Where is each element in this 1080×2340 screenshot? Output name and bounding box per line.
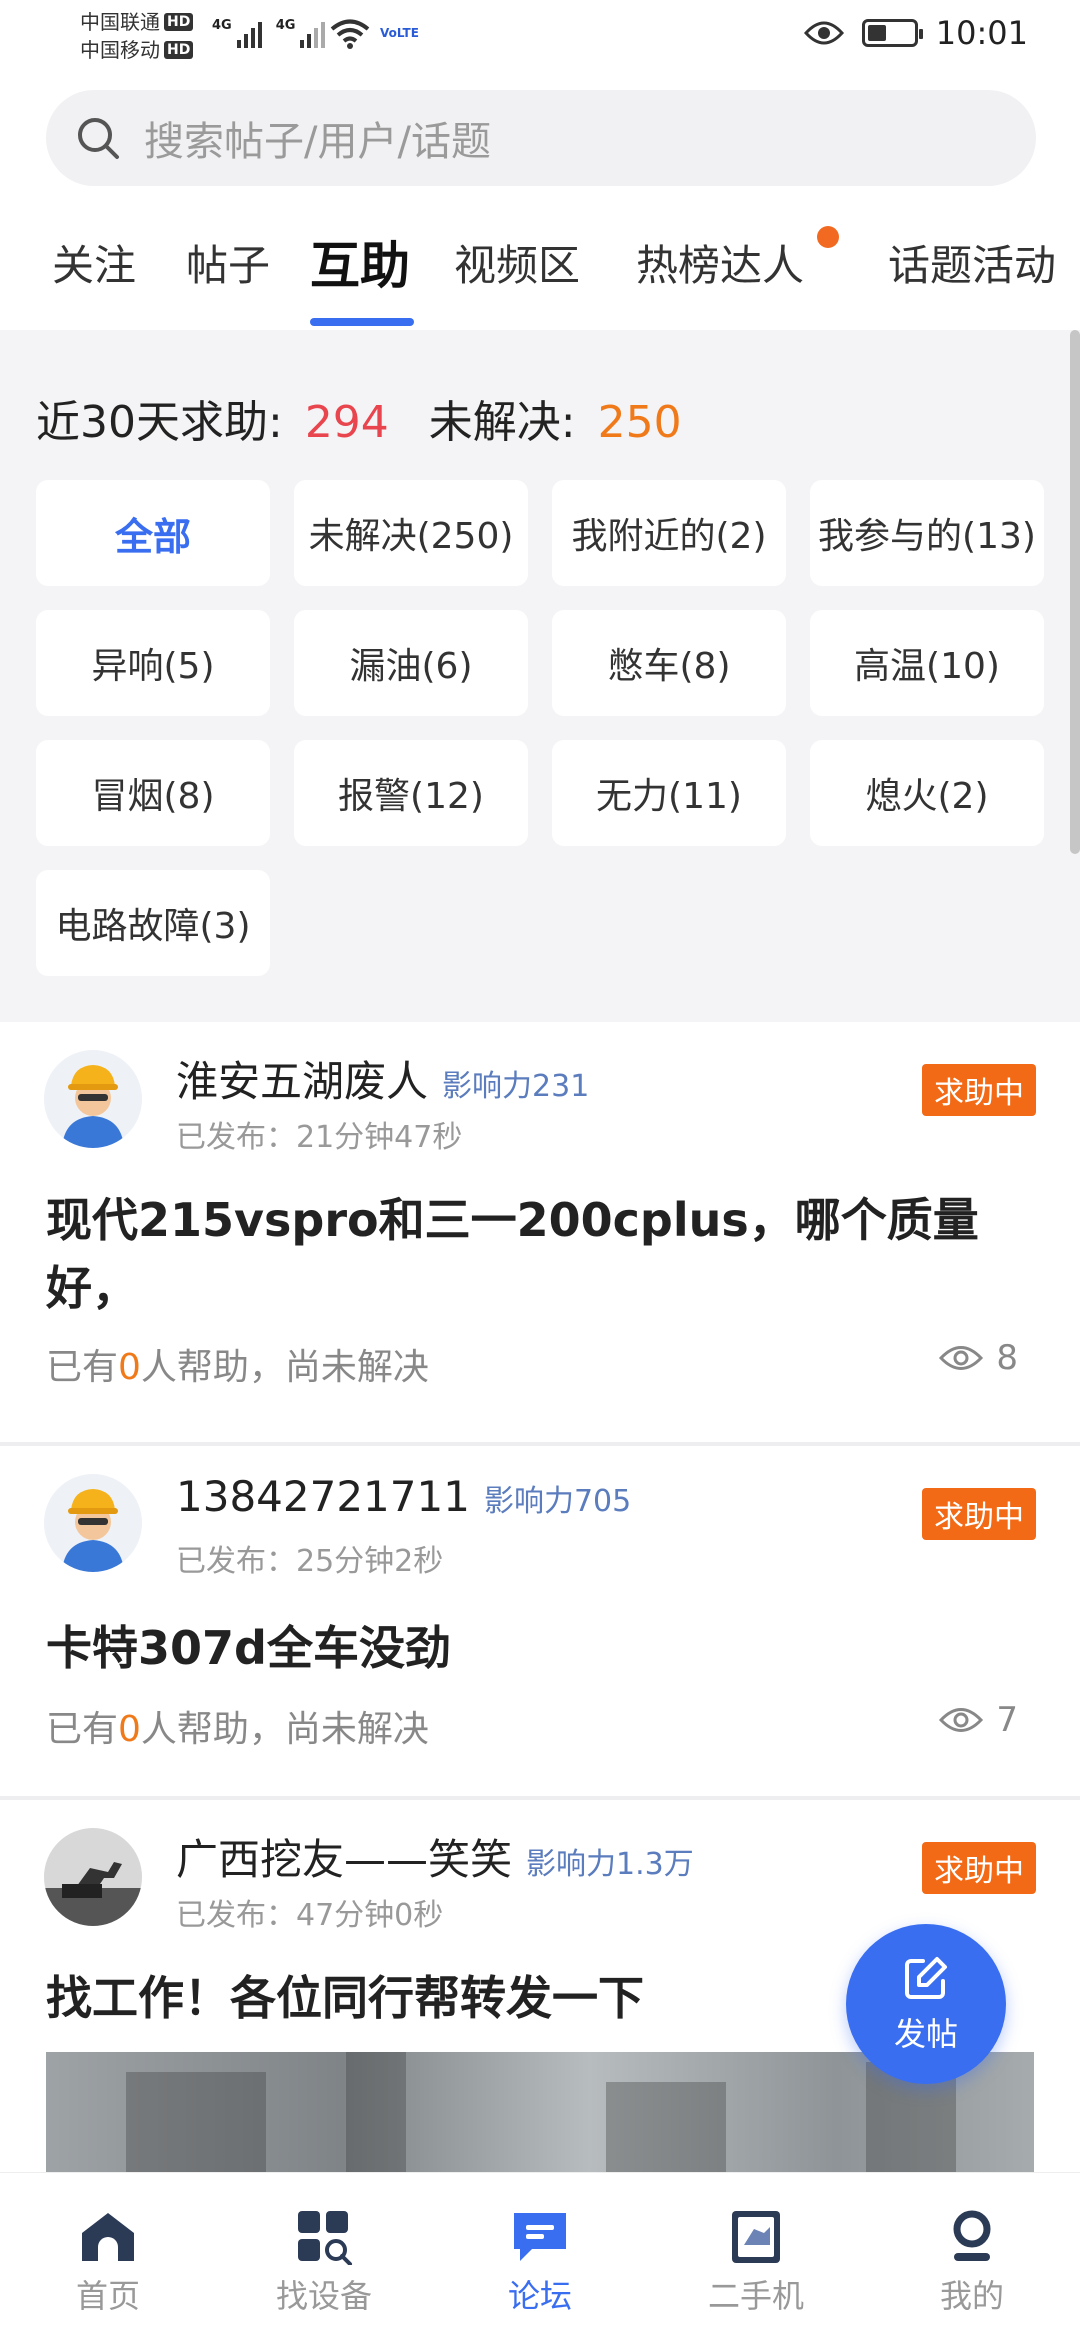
forum-icon bbox=[514, 2213, 566, 2261]
filter-smoke[interactable]: 冒烟(8) bbox=[36, 740, 270, 846]
influence-score: 影响力231 bbox=[442, 1069, 590, 1104]
influence-score: 影响力705 bbox=[483, 1484, 632, 1519]
helper-count: 0 bbox=[118, 1709, 141, 1750]
wifi-icon bbox=[330, 19, 370, 49]
battery-icon bbox=[861, 19, 923, 47]
tab-videos[interactable]: 视频区 bbox=[454, 232, 580, 293]
search-icon bbox=[78, 118, 119, 159]
nav-forum[interactable]: 论坛 bbox=[432, 2173, 648, 2340]
avatar[interactable] bbox=[44, 1050, 142, 1148]
home-icon bbox=[82, 2213, 134, 2261]
tab-topics[interactable]: 话题活动 bbox=[888, 232, 1056, 293]
recent-help-count: 294 bbox=[304, 397, 389, 448]
unsolved-count: 250 bbox=[597, 397, 682, 448]
filter-oil-leak[interactable]: 漏油(6) bbox=[294, 610, 528, 716]
worker-avatar-icon bbox=[44, 1474, 142, 1572]
influence-score: 影响力1.3万 bbox=[526, 1847, 694, 1882]
filter-circuit-fault[interactable]: 电路故障(3) bbox=[36, 870, 270, 976]
clock: 10:01 bbox=[935, 14, 1028, 52]
recent-help-label: 近30天求助: bbox=[36, 397, 283, 448]
hd-badge: HD bbox=[164, 13, 194, 31]
carrier-1: 中国联通 bbox=[80, 10, 160, 34]
signal-icon: 4G bbox=[212, 18, 262, 48]
edit-icon bbox=[905, 1957, 947, 1999]
new-post-button[interactable]: 发帖 bbox=[846, 1924, 1006, 2084]
search-placeholder: 搜索帖子/用户/话题 bbox=[144, 119, 491, 165]
post-card[interactable]: 淮安五湖废人 影响力231 已发布：21分钟47秒 求助中 现代215vspro和… bbox=[0, 1022, 1080, 1446]
used-machine-icon bbox=[732, 2211, 780, 2263]
scrollbar[interactable] bbox=[1070, 330, 1080, 854]
grid-search-icon bbox=[298, 2211, 352, 2265]
status-bar: 中国联通 HD 中国移动 HD 4G 4G VoLTE 10:01 bbox=[0, 0, 1080, 72]
post-title[interactable]: 现代215vspro和三一200cplus，哪个质量好， bbox=[46, 1186, 1026, 1322]
helper-count: 0 bbox=[118, 1347, 141, 1388]
tab-follow[interactable]: 关注 bbox=[52, 232, 136, 293]
status-badge: 求助中 bbox=[922, 1842, 1036, 1894]
filter-abnormal-noise[interactable]: 异响(5) bbox=[36, 610, 270, 716]
post-username[interactable]: 广西挖友——笑笑 bbox=[176, 1835, 512, 1884]
help-status-text: 已有0人帮助，尚未解决 bbox=[46, 1709, 429, 1750]
filter-nearby[interactable]: 我附近的(2) bbox=[552, 480, 786, 586]
status-badge: 求助中 bbox=[922, 1488, 1036, 1540]
filter-alarm[interactable]: 报警(12) bbox=[294, 740, 528, 846]
avatar[interactable] bbox=[44, 1828, 142, 1926]
filter-chips: 全部 未解决(250) 我附近的(2) 我参与的(13) 异响(5) 漏油(6)… bbox=[36, 480, 1046, 976]
view-count: 7 bbox=[938, 1700, 1018, 1740]
post-username[interactable]: 13842721711 bbox=[176, 1472, 470, 1521]
status-badge: 求助中 bbox=[922, 1064, 1036, 1116]
filter-all[interactable]: 全部 bbox=[36, 480, 270, 586]
volte-indicator: VoLTE bbox=[380, 26, 419, 40]
avatar[interactable] bbox=[44, 1474, 142, 1572]
profile-icon bbox=[953, 2210, 991, 2261]
excavator-photo-avatar bbox=[44, 1828, 142, 1926]
filter-participated[interactable]: 我参与的(13) bbox=[810, 480, 1044, 586]
nav-profile[interactable]: 我的 bbox=[864, 2173, 1080, 2340]
notification-dot bbox=[817, 226, 839, 248]
bottom-nav: 首页 找设备 论坛 二手机 我的 bbox=[0, 2172, 1080, 2340]
filter-engine-stall-load[interactable]: 憋车(8) bbox=[552, 610, 786, 716]
publish-time: 已发布：47分钟0秒 bbox=[176, 1898, 444, 1933]
category-tabs: 关注 帖子 互助 视频区 热榜达人 话题活动 bbox=[0, 222, 1080, 330]
help-status-text: 已有0人帮助，尚未解决 bbox=[46, 1347, 429, 1388]
signal-icons: 4G 4G bbox=[212, 18, 326, 48]
eye-icon bbox=[939, 1346, 984, 1370]
active-tab-indicator bbox=[310, 318, 414, 326]
signal-icon: 4G bbox=[276, 18, 326, 48]
publish-time: 已发布：21分钟47秒 bbox=[176, 1120, 463, 1155]
post-card[interactable]: 13842721711 影响力705 已发布：25分钟2秒 求助中 卡特307d全… bbox=[0, 1446, 1080, 1800]
post-title[interactable]: 卡特307d全车没劲 bbox=[46, 1614, 1026, 1682]
unsolved-label: 未解决: bbox=[428, 397, 576, 448]
tab-mutual-help[interactable]: 互助 bbox=[310, 226, 410, 298]
filter-unsolved[interactable]: 未解决(250) bbox=[294, 480, 528, 586]
hd-badge: HD bbox=[164, 41, 194, 59]
help-filter-section: 近30天求助: 294 未解决: 250 全部 未解决(250) 我附近的(2) 我参… bbox=[0, 330, 1080, 1022]
new-post-label: 发帖 bbox=[893, 2015, 958, 2053]
view-count: 8 bbox=[938, 1338, 1018, 1378]
nav-used-machines[interactable]: 二手机 bbox=[648, 2173, 864, 2340]
post-username[interactable]: 淮安五湖废人 bbox=[176, 1057, 428, 1106]
tab-posts[interactable]: 帖子 bbox=[186, 232, 270, 293]
search-bar[interactable]: 搜索帖子/用户/话题 bbox=[46, 90, 1036, 186]
filter-stall[interactable]: 熄火(2) bbox=[810, 740, 1044, 846]
filter-high-temp[interactable]: 高温(10) bbox=[810, 610, 1044, 716]
eye-icon bbox=[939, 1708, 984, 1732]
nav-home[interactable]: 首页 bbox=[0, 2173, 216, 2340]
filter-weak-power[interactable]: 无力(11) bbox=[552, 740, 786, 846]
carrier-info: 中国联通 HD 中国移动 HD bbox=[80, 8, 194, 64]
worker-avatar-icon bbox=[44, 1050, 142, 1148]
help-stats: 近30天求助: 294 未解决: 250 bbox=[36, 386, 682, 450]
tab-hot-list[interactable]: 热榜达人 bbox=[636, 232, 804, 293]
carrier-2: 中国移动 bbox=[80, 38, 160, 62]
eye-comfort-icon bbox=[803, 21, 844, 45]
publish-time: 已发布：25分钟2秒 bbox=[176, 1544, 444, 1579]
nav-find-equipment[interactable]: 找设备 bbox=[216, 2173, 432, 2340]
